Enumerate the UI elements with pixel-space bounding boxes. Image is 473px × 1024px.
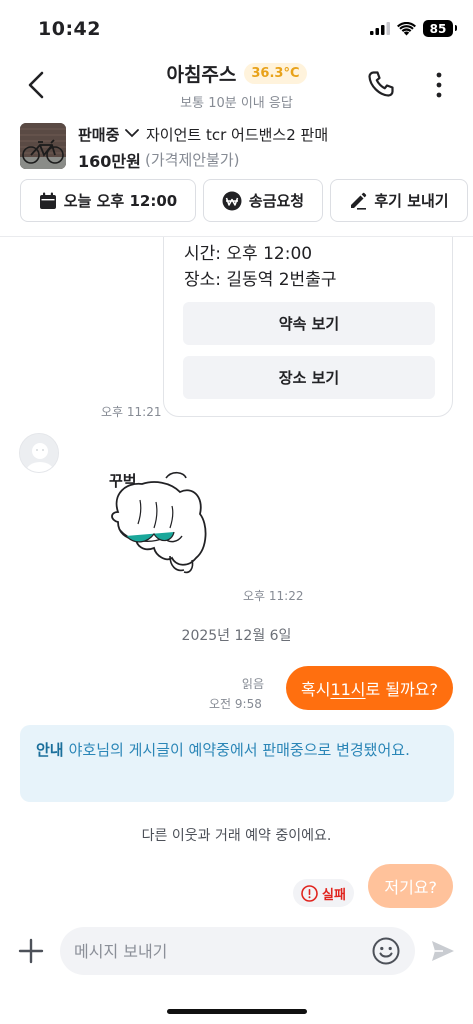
view-appointment-button[interactable]: 약속 보기 xyxy=(183,302,435,345)
product-title: 자이언트 tcr 어드밴스2 판매 xyxy=(146,126,329,144)
message-list[interactable]: 시간: 오후 12:00 장소: 길동역 2번출구 약속 보기 장소 보기 오후… xyxy=(0,237,473,917)
partner-avatar[interactable] xyxy=(19,433,59,473)
error-icon xyxy=(301,884,318,902)
sale-status-selector[interactable]: 판매중 xyxy=(78,124,119,145)
phone-icon[interactable] xyxy=(365,68,397,100)
chat-header: 아침주스 36.3°C 보통 10분 이내 응답 xyxy=(0,58,473,114)
status-bar: 10:42 85 xyxy=(0,0,473,58)
message-timestamp: 오후 11:22 xyxy=(243,589,304,603)
status-time: 10:42 xyxy=(38,18,101,40)
system-message: 다른 이웃과 거래 예약 중이에요. xyxy=(141,828,332,844)
manner-temperature-badge: 36.3°C xyxy=(244,63,307,84)
fail-label: 실패 xyxy=(322,887,346,903)
wifi-icon xyxy=(397,21,416,35)
read-receipt: 읽음 xyxy=(241,677,264,691)
failed-message-bubble[interactable]: 저기요? xyxy=(368,864,453,908)
plus-icon[interactable] xyxy=(18,938,44,964)
won-pay-icon xyxy=(222,191,242,210)
header-title-block: 아침주스 36.3°C 보통 10분 이내 응답 xyxy=(0,58,473,111)
battery-indicator: 85 xyxy=(423,20,457,37)
product-thumbnail[interactable] xyxy=(20,123,66,169)
time-suggestion-link[interactable]: 11시 xyxy=(330,676,365,700)
send-review-button[interactable]: 후기 보내기 xyxy=(330,179,468,222)
chat-action-bar: 오늘 오후 12:00 송금요청 후기 보내기 xyxy=(20,179,468,222)
pencil-icon xyxy=(351,192,367,210)
home-indicator xyxy=(167,1009,307,1014)
appointment-place: 장소: 길동역 2번출구 xyxy=(184,270,337,290)
emoji-icon[interactable] xyxy=(372,937,400,965)
calendar-icon xyxy=(39,192,56,209)
appointment-time: 시간: 오후 12:00 xyxy=(184,244,313,264)
product-summary[interactable]: 판매중 자이언트 tcr 어드밴스2 판매 160만원 (가격제안불가) xyxy=(0,120,473,172)
product-price: 160만원 xyxy=(78,152,141,171)
status-icons: 85 xyxy=(370,20,457,37)
request-payment-button[interactable]: 송금요청 xyxy=(203,179,323,222)
appointment-label: 오늘 오후 12:00 xyxy=(63,192,178,210)
status-change-notice: 안내 야호님의 게시글이 예약중에서 판매중으로 변경됐어요. xyxy=(20,725,454,802)
message-text-prefix: 혹시 xyxy=(300,680,331,699)
partner-name[interactable]: 아침주스 xyxy=(166,60,236,87)
bow-sticker: 꾸벅 xyxy=(96,452,226,577)
date-separator: 2025년 12월 6일 xyxy=(181,628,292,644)
message-timestamp: 오후 11:21 xyxy=(101,405,162,419)
price-note: (가격제안불가) xyxy=(145,151,240,169)
notice-label: 안내 xyxy=(36,741,64,759)
more-options-icon[interactable] xyxy=(431,70,447,100)
message-input-bar xyxy=(0,925,473,977)
message-timestamp: 오전 9:58 xyxy=(209,697,262,711)
notice-text: 야호님의 게시글이 예약중에서 판매중으로 변경됐어요. xyxy=(68,741,410,759)
signal-icon xyxy=(370,22,390,35)
appointment-card: 시간: 오후 12:00 장소: 길동역 2번출구 약속 보기 장소 보기 xyxy=(163,237,453,417)
send-review-label: 후기 보내기 xyxy=(374,192,449,210)
response-time: 보통 10분 이내 응답 xyxy=(180,96,293,111)
chevron-down-icon[interactable] xyxy=(124,126,140,140)
my-message-bubble[interactable]: 혹시 11시 로 될까요? xyxy=(285,666,453,710)
request-payment-label: 송금요청 xyxy=(248,192,305,210)
appointment-button[interactable]: 오늘 오후 12:00 xyxy=(20,179,196,222)
message-text-suffix: 로 될까요? xyxy=(365,680,438,699)
send-icon[interactable] xyxy=(430,938,456,964)
message-input[interactable] xyxy=(60,927,415,975)
send-failed-badge[interactable]: 실패 xyxy=(293,879,354,907)
view-place-button[interactable]: 장소 보기 xyxy=(183,356,435,399)
